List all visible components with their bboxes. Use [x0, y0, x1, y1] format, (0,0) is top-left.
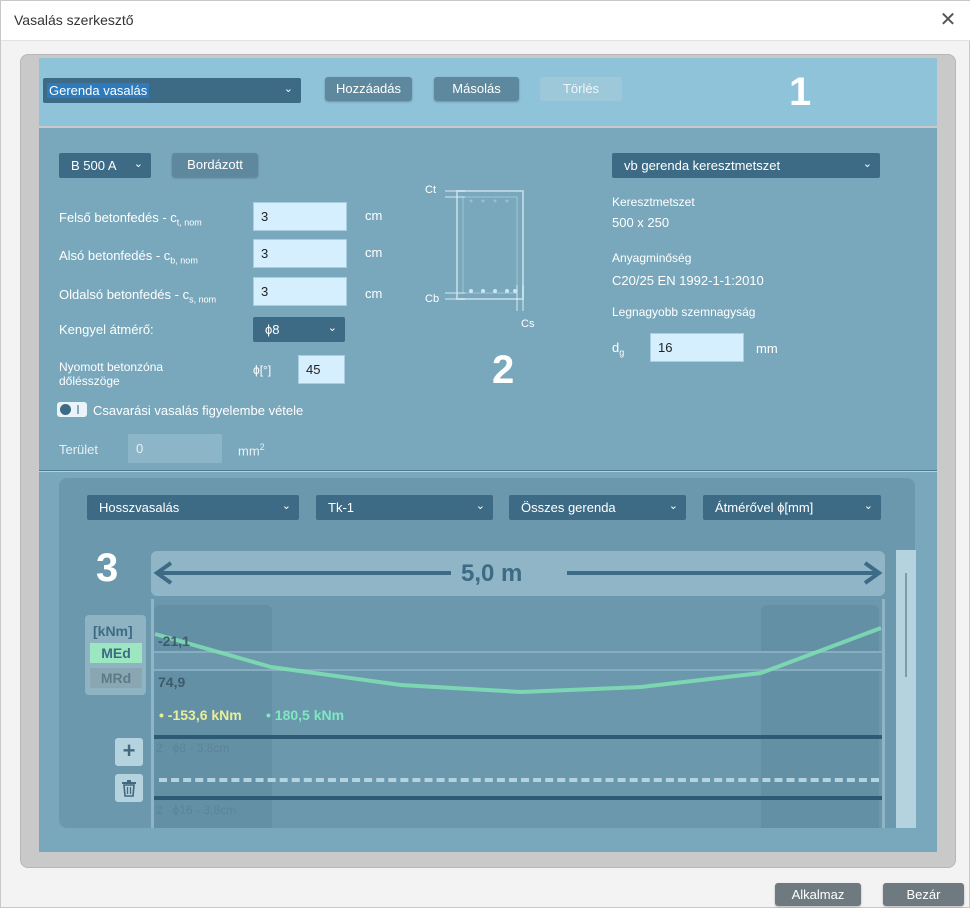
- loadcase-select[interactable]: Tk-1 ⌄: [316, 495, 493, 520]
- apply-button[interactable]: Alkalmaz: [775, 883, 861, 906]
- stirrup-value: ϕ8: [265, 322, 280, 337]
- steel-grade-value: B 500 A: [71, 158, 117, 173]
- dg-unit: mm: [756, 341, 778, 356]
- toggle-off-mark: [77, 405, 79, 414]
- ct-label: Ct: [425, 184, 436, 196]
- cs-label: Cs: [521, 318, 535, 330]
- bottom-rebar-line[interactable]: [154, 796, 882, 800]
- steel-grade-select[interactable]: B 500 A ⌄: [59, 153, 151, 178]
- section-type-value: vb gerenda keresztmetszet: [624, 158, 781, 173]
- copy-button[interactable]: Másolás: [434, 77, 519, 101]
- section-marker-1: 1: [789, 70, 812, 114]
- chevron-down-icon: ⌄: [863, 500, 873, 512]
- loadcase-value: Tk-1: [328, 500, 354, 515]
- top-rebar-label: 2 ϕ8 - 3,8cm: [156, 741, 230, 755]
- rebar-type-value: Hosszvasalás: [99, 500, 180, 515]
- torsion-label: Csavarási vasalás figyelembe vétele: [93, 403, 304, 418]
- section-marker-3: 3: [96, 546, 119, 590]
- area-unit: mm2: [238, 442, 265, 459]
- aggregate-heading: Legnagyobb szemnagyság: [612, 305, 756, 319]
- reinforcement-type-select[interactable]: Gerenda vasalás ⌄: [43, 78, 301, 103]
- chevron-down-icon: ⌄: [668, 500, 678, 512]
- bottom-rebar-dots: [469, 289, 517, 293]
- strut-angle-field[interactable]: 45: [298, 355, 345, 384]
- legend-unit: [kNm]: [93, 623, 133, 639]
- stirrup-outline: [462, 196, 518, 294]
- rebar-type-select[interactable]: Hosszvasalás ⌄: [87, 495, 299, 520]
- side-cover-unit: cm: [365, 286, 383, 301]
- cross-section-diagram: [445, 190, 524, 311]
- area-field: 0: [128, 434, 222, 463]
- moment-bottom-value: 74,9: [158, 674, 186, 690]
- bottom-rebar-label: 2 ϕ16 - 3,8cm: [156, 803, 237, 817]
- title-bar: Vasalás szerkesztő ✕: [1, 1, 970, 41]
- legend-mrd-button[interactable]: MRd: [90, 668, 142, 688]
- dg-field[interactable]: 16: [650, 333, 744, 362]
- dashed-axis: [159, 778, 879, 782]
- bottom-cover-unit: cm: [365, 245, 383, 260]
- torsion-toggle[interactable]: [57, 402, 87, 417]
- scrollbar-thumb[interactable]: [905, 573, 907, 677]
- window-title: Vasalás szerkesztő: [14, 12, 134, 28]
- med-min-label: • -153,6 kNm: [159, 707, 242, 723]
- side-cover-field[interactable]: 3: [253, 277, 347, 306]
- top-rebar-dots: [469, 199, 509, 203]
- ribbed-button[interactable]: Bordázott: [172, 153, 258, 177]
- legend-med-button[interactable]: MEd: [90, 643, 142, 663]
- top-cover-label: Felső betonfedés - ct, nom: [59, 210, 202, 228]
- section-outline: [456, 190, 524, 300]
- section-dimensions: 500 x 250: [612, 215, 670, 230]
- section-heading: Keresztmetszet: [612, 195, 695, 209]
- add-rebar-button[interactable]: +: [115, 738, 143, 766]
- span-length-label: 5,0 m: [461, 560, 523, 587]
- strut-angle-label: Nyomott betonzóna dőlésszöge: [59, 360, 164, 388]
- chevron-down-icon: ⌄: [133, 158, 143, 170]
- delete-button[interactable]: Törlés: [540, 77, 622, 101]
- beam-select[interactable]: Összes gerenda ⌄: [509, 495, 686, 520]
- material-value: C20/25 EN 1992-1-1:2010: [612, 273, 764, 288]
- delete-rebar-button[interactable]: [115, 774, 143, 802]
- chevron-down-icon: ⌄: [283, 83, 293, 95]
- dg-label: dg: [612, 340, 625, 358]
- med-max-label: • 180,5 kNm: [266, 707, 345, 723]
- section-marker-2: 2: [492, 348, 515, 392]
- display-mode-value: Átmérővel ϕ[mm]: [715, 500, 814, 515]
- chevron-down-icon: ⌄: [327, 322, 337, 334]
- beam-value: Összes gerenda: [521, 500, 616, 515]
- moment-diagram: [154, 626, 882, 694]
- trash-icon: [122, 780, 136, 797]
- stirrup-select[interactable]: ϕ8 ⌄: [253, 317, 345, 342]
- reinforcement-type-value: Gerenda vasalás: [47, 83, 150, 98]
- chevron-down-icon: ⌄: [862, 158, 872, 170]
- chevron-down-icon: ⌄: [281, 500, 291, 512]
- med-curve: [154, 626, 882, 694]
- cb-label: Cb: [425, 293, 440, 305]
- close-button[interactable]: Bezár: [883, 883, 964, 906]
- top-cover-field[interactable]: 3: [253, 202, 347, 231]
- plus-icon: +: [122, 738, 136, 763]
- close-icon[interactable]: ✕: [937, 9, 959, 31]
- moment-top-value: -21,1: [158, 633, 190, 649]
- side-cover-label: Oldalsó betonfedés - cs, nom: [59, 287, 217, 305]
- chevron-down-icon: ⌄: [475, 500, 485, 512]
- material-heading: Anyagminőség: [612, 251, 692, 265]
- add-button[interactable]: Hozzáadás: [325, 77, 412, 101]
- toggle-knob: [60, 404, 71, 415]
- section-type-select[interactable]: vb gerenda keresztmetszet ⌄: [612, 153, 880, 178]
- bottom-cover-label: Alsó betonfedés - cb, nom: [59, 248, 198, 266]
- bottom-cover-field[interactable]: 3: [253, 239, 347, 268]
- strut-angle-unit: ϕ[°]: [253, 363, 272, 377]
- top-cover-unit: cm: [365, 208, 383, 223]
- top-rebar-line[interactable]: [154, 735, 882, 739]
- display-mode-select[interactable]: Átmérővel ϕ[mm] ⌄: [703, 495, 881, 520]
- dialog-window: Vasalás szerkesztő ✕ Gerenda vasalás ⌄ H…: [0, 0, 970, 908]
- stirrup-label: Kengyel átmérő:: [59, 322, 154, 337]
- area-label: Terület: [59, 442, 99, 457]
